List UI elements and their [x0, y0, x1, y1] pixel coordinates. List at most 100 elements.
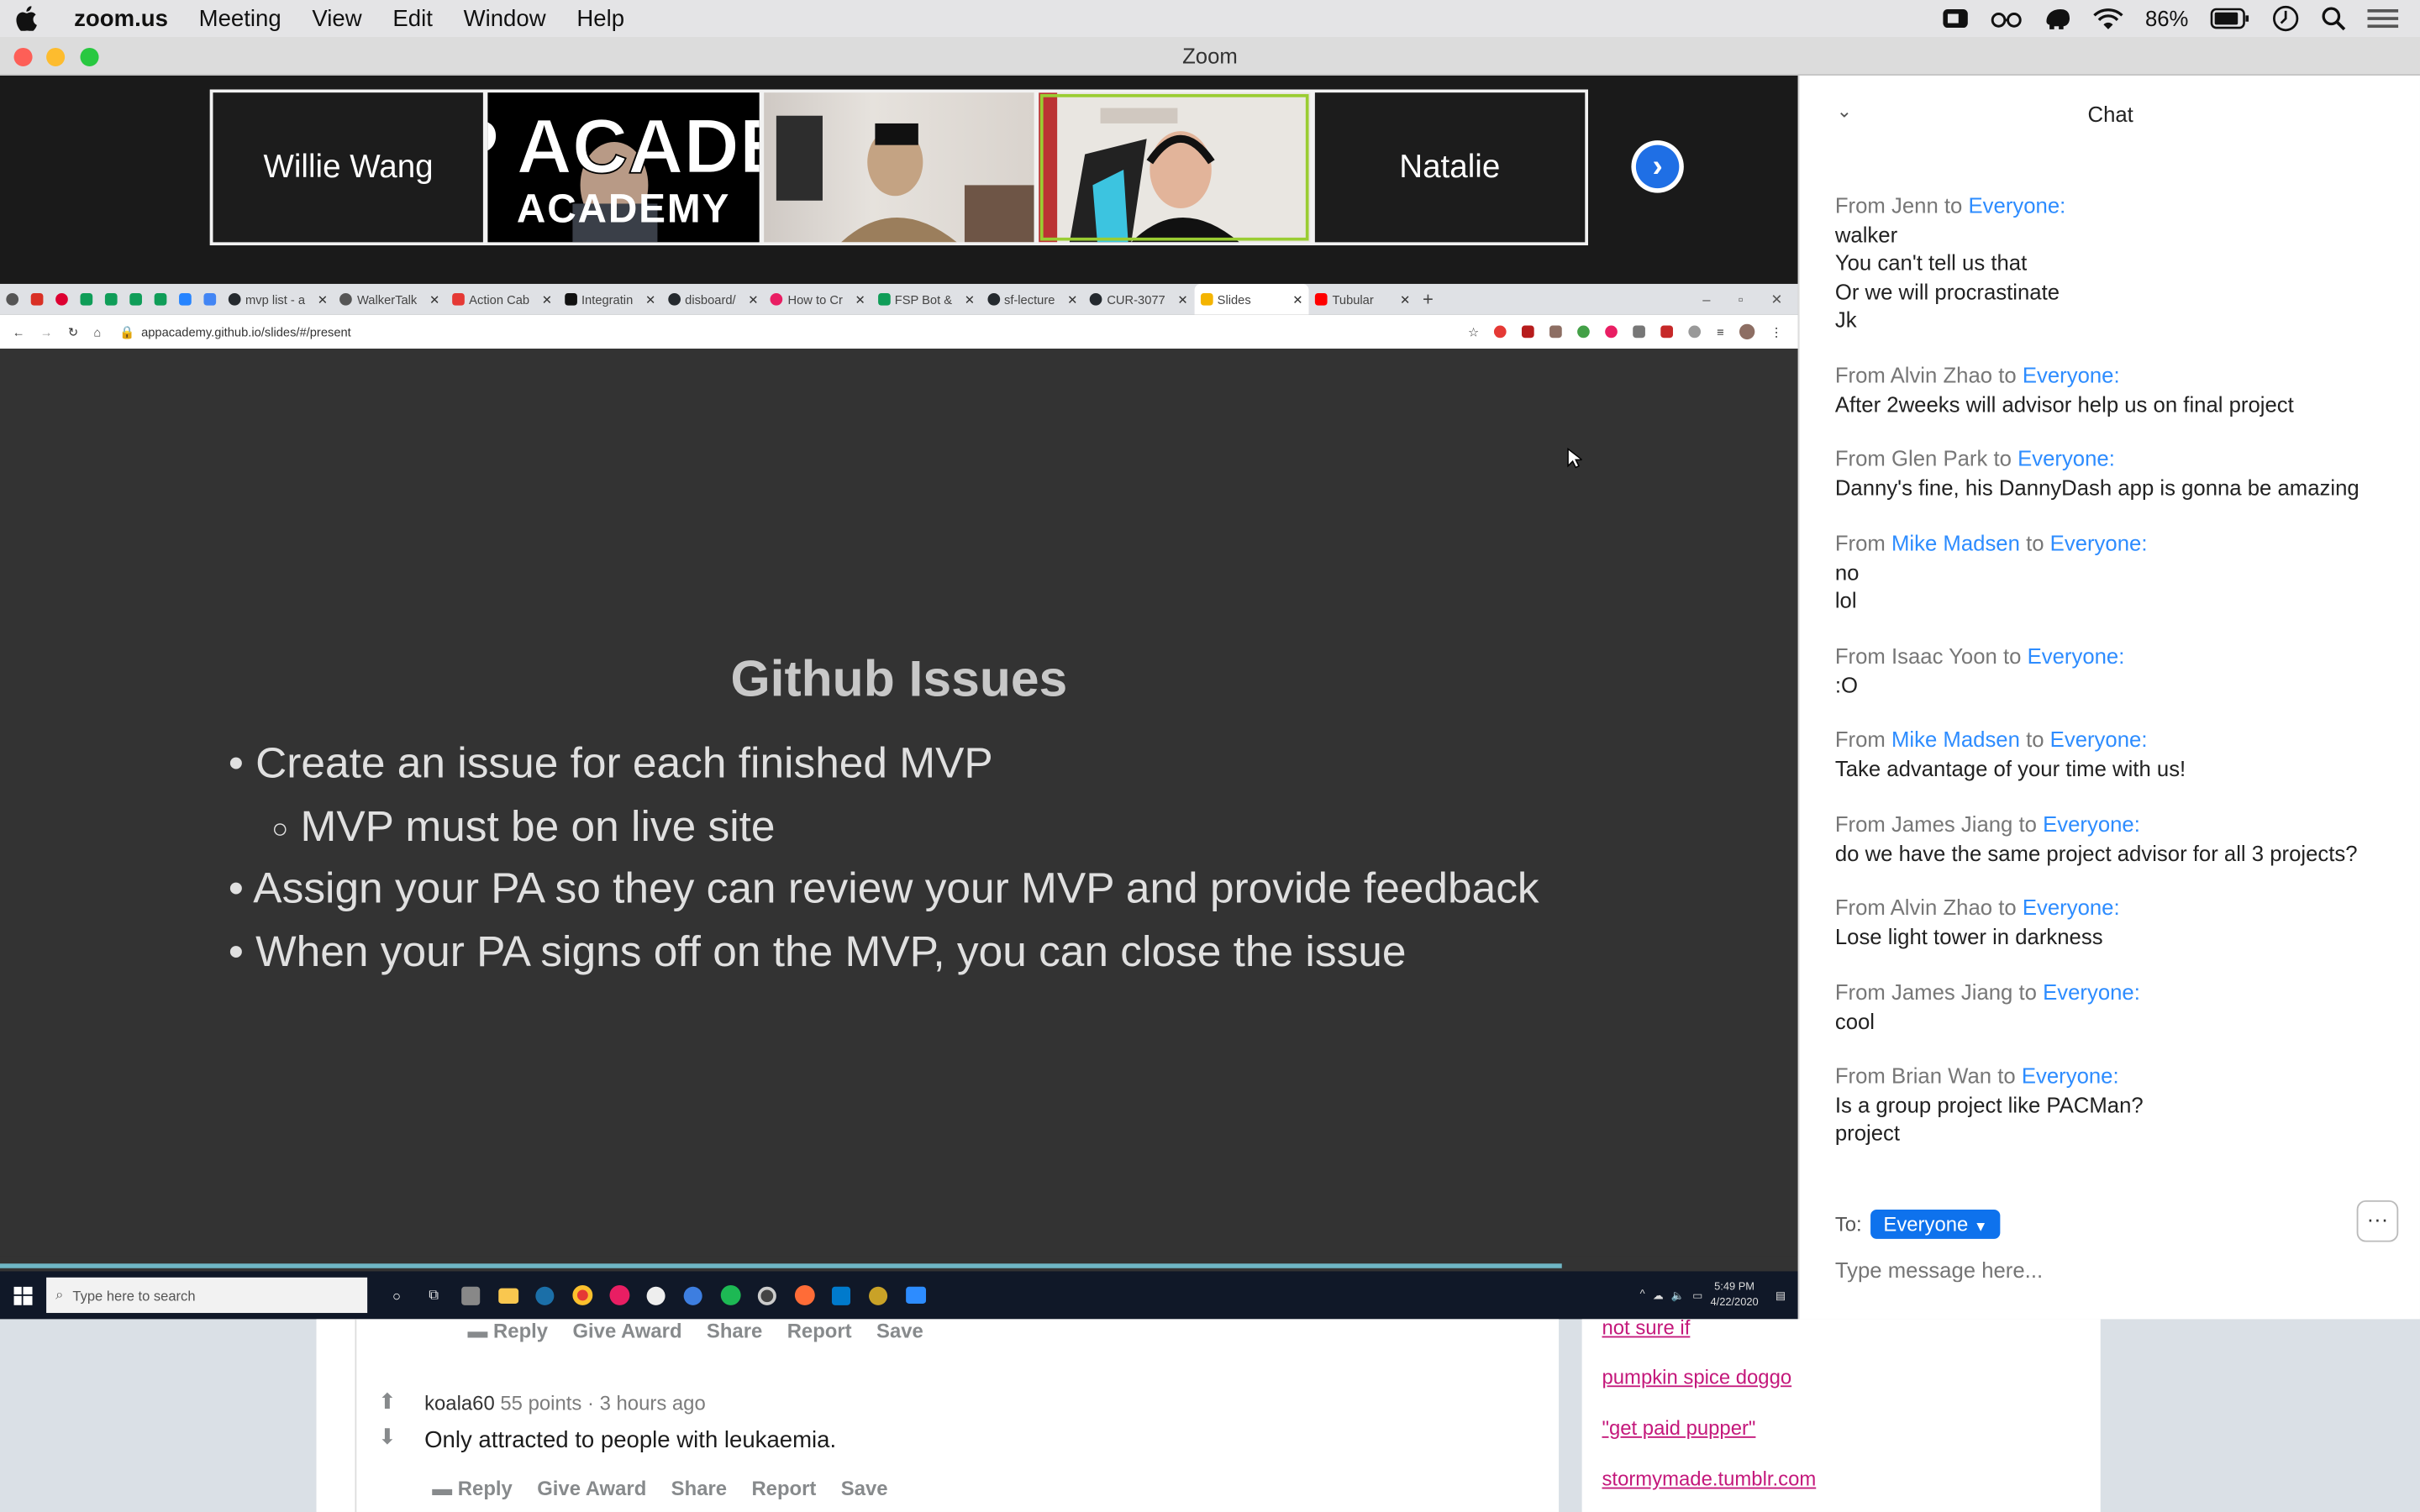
- more-options-button[interactable]: ···: [2356, 1200, 2399, 1242]
- sidebar-link[interactable]: "get paid pupper": [1602, 1416, 1755, 1440]
- browser-tab[interactable]: CUR-3077 ✕: [1084, 284, 1194, 315]
- browser-menu-icon[interactable]: ⋮: [1770, 325, 1783, 339]
- sender-name[interactable]: Mike Madsen: [1891, 727, 2020, 751]
- home-icon[interactable]: ⌂: [93, 325, 101, 339]
- close-tab-icon[interactable]: ✕: [318, 292, 328, 307]
- extension-icon[interactable]: [1605, 325, 1618, 339]
- next-participants-button[interactable]: ›: [1631, 140, 1684, 193]
- browser-tab-active[interactable]: Slides ✕: [1194, 283, 1309, 315]
- browser-tab[interactable]: FSP Bot & ✕: [871, 284, 981, 315]
- menu-meeting[interactable]: Meeting: [199, 5, 281, 31]
- menu-help[interactable]: Help: [576, 5, 624, 31]
- extension-icon[interactable]: [1494, 325, 1507, 339]
- steam-icon[interactable]: [531, 1281, 559, 1309]
- close-tab-icon[interactable]: ✕: [645, 292, 655, 307]
- taskbar-search[interactable]: ⌕ Type here to search: [46, 1277, 368, 1314]
- app-icon[interactable]: [642, 1281, 670, 1309]
- restore-browser-icon[interactable]: ▫: [1739, 291, 1744, 307]
- sender-name[interactable]: Glen Park: [1891, 446, 1987, 470]
- close-tab-icon[interactable]: ✕: [965, 292, 975, 307]
- report-button[interactable]: Report: [751, 1477, 816, 1500]
- elephant-icon[interactable]: [2044, 6, 2071, 30]
- control-center-icon[interactable]: [2367, 8, 2399, 29]
- battery-icon[interactable]: [2210, 8, 2250, 29]
- give-award-button[interactable]: Give Award: [572, 1319, 681, 1342]
- extension-icon[interactable]: [1660, 325, 1674, 339]
- close-tab-icon[interactable]: ✕: [1177, 292, 1187, 307]
- zoom-taskbar-icon[interactable]: [902, 1281, 929, 1309]
- star-icon[interactable]: ☆: [1468, 325, 1479, 339]
- give-award-button[interactable]: Give Award: [537, 1477, 646, 1500]
- participant-video[interactable]: [763, 92, 1034, 243]
- obs-icon[interactable]: [753, 1281, 781, 1309]
- search-icon[interactable]: [2321, 6, 2346, 31]
- sender-name[interactable]: Brian Wan: [1891, 1063, 1991, 1087]
- notifications-icon[interactable]: ▤: [1776, 1289, 1786, 1301]
- browser-tab[interactable]: WalkerTalk ✕: [334, 284, 445, 315]
- calculator-icon[interactable]: [457, 1281, 485, 1309]
- share-button[interactable]: Share: [671, 1477, 727, 1500]
- task-view-icon[interactable]: ⧉: [420, 1281, 448, 1309]
- network-icon[interactable]: ▭: [1692, 1289, 1702, 1301]
- profile-avatar[interactable]: [1739, 323, 1755, 340]
- app-menu[interactable]: zoom.us: [74, 5, 168, 31]
- tab-sheets-4[interactable]: [148, 284, 172, 315]
- participant-video[interactable]: APP ACADEMY ACADEMY: [488, 92, 760, 243]
- reply-button[interactable]: ▬ Reply: [468, 1319, 549, 1342]
- sender-name[interactable]: Jenn: [1891, 193, 1939, 218]
- sidebar-link[interactable]: pumpkin spice doggo: [1602, 1365, 1791, 1389]
- file-explorer-icon[interactable]: [494, 1281, 522, 1309]
- extension-icon[interactable]: [1549, 325, 1563, 339]
- extension-icon[interactable]: [1522, 325, 1535, 339]
- upvote-icon[interactable]: ⬆: [378, 1389, 397, 1415]
- reload-icon[interactable]: ↻: [68, 325, 78, 339]
- volume-icon[interactable]: 🔈: [1671, 1289, 1685, 1301]
- reply-button[interactable]: ▬ Reply: [432, 1477, 513, 1500]
- menu-edit[interactable]: Edit: [392, 5, 432, 31]
- minimize-browser-icon[interactable]: –: [1702, 291, 1710, 307]
- postman-icon[interactable]: [790, 1281, 818, 1309]
- close-tab-icon[interactable]: ✕: [429, 292, 439, 307]
- close-window-button[interactable]: [13, 47, 33, 66]
- tab-jira[interactable]: [173, 284, 197, 315]
- minimize-window-button[interactable]: [46, 47, 66, 66]
- glasses-icon[interactable]: [1991, 8, 2022, 29]
- share-button[interactable]: Share: [707, 1319, 762, 1342]
- wifi-icon[interactable]: [2093, 7, 2124, 30]
- zoom-status-icon[interactable]: [1942, 6, 1970, 30]
- chrome-icon[interactable]: [568, 1281, 596, 1309]
- participant-tile[interactable]: Willie Wang: [213, 92, 484, 243]
- onedrive-icon[interactable]: ☁: [1653, 1289, 1664, 1301]
- save-button[interactable]: Save: [876, 1319, 923, 1342]
- menu-view[interactable]: View: [312, 5, 361, 31]
- close-tab-icon[interactable]: ✕: [542, 292, 552, 307]
- save-button[interactable]: Save: [841, 1477, 888, 1500]
- forward-icon[interactable]: →: [40, 325, 53, 339]
- cortana-icon[interactable]: ○: [383, 1281, 411, 1309]
- tab-sheets-1[interactable]: [74, 284, 98, 315]
- report-button[interactable]: Report: [787, 1319, 852, 1342]
- app-icon[interactable]: [865, 1281, 892, 1309]
- windows-start-icon[interactable]: [9, 1281, 37, 1309]
- extension-icon[interactable]: [1577, 325, 1591, 339]
- tab-icon-only[interactable]: [0, 284, 24, 315]
- close-browser-icon[interactable]: ✕: [1771, 291, 1783, 307]
- browser-tab[interactable]: sf-lecture ✕: [981, 284, 1083, 315]
- browser-tab[interactable]: mvp list - a ✕: [222, 284, 334, 315]
- spotify-icon[interactable]: [716, 1281, 744, 1309]
- apple-icon[interactable]: [15, 6, 37, 31]
- close-tab-icon[interactable]: ✕: [855, 292, 865, 307]
- sender-name[interactable]: James Jiang: [1891, 979, 2012, 1004]
- back-icon[interactable]: ←: [13, 325, 25, 339]
- participant-tile[interactable]: Natalie: [1314, 92, 1586, 243]
- tray-chevron-icon[interactable]: ^: [1640, 1289, 1645, 1300]
- close-tab-icon[interactable]: ✕: [1067, 292, 1077, 307]
- sender-name[interactable]: Alvin Zhao: [1891, 363, 1993, 387]
- sender-name[interactable]: Mike Madsen: [1891, 531, 2020, 555]
- chat-message-input[interactable]: [1834, 1257, 2375, 1283]
- tab-angular[interactable]: [50, 284, 74, 315]
- tab-gmail[interactable]: [24, 284, 49, 315]
- comment-user[interactable]: koala60: [424, 1392, 495, 1415]
- sender-name[interactable]: Isaac Yoon: [1891, 643, 1997, 668]
- browser-tab[interactable]: Action Cab ✕: [446, 284, 559, 315]
